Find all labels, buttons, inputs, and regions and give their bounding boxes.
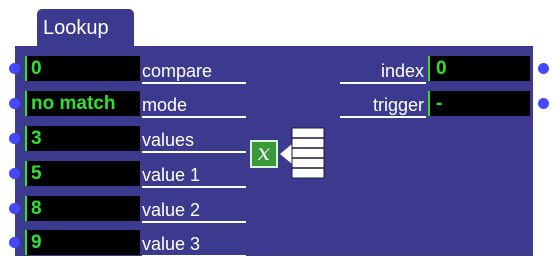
value-1-label: value 1	[142, 164, 246, 188]
value-1-field[interactable]: 5	[25, 161, 140, 186]
input-port-mode[interactable]	[9, 98, 20, 109]
function-x-icon: x	[250, 140, 278, 168]
table-list-icon	[280, 127, 325, 179]
compare-field[interactable]: 0	[25, 56, 140, 81]
input-port-values[interactable]	[9, 133, 20, 144]
values-field[interactable]: 3	[25, 126, 140, 151]
input-port-compare[interactable]	[9, 63, 20, 74]
value-3-field[interactable]: 9	[25, 230, 140, 255]
value-2-field[interactable]: 8	[25, 196, 140, 221]
index-output-field: 0	[428, 56, 530, 81]
output-port-trigger[interactable]	[538, 98, 549, 109]
value-2-label: value 2	[142, 199, 246, 223]
input-port-value-3[interactable]	[9, 237, 20, 248]
value-3-label: value 3	[142, 233, 246, 257]
values-label: values	[142, 129, 246, 153]
compare-label: compare	[142, 60, 246, 84]
output-port-index[interactable]	[538, 63, 549, 74]
input-port-value-2[interactable]	[9, 203, 20, 214]
mode-field[interactable]: no match	[25, 91, 140, 116]
trigger-label: trigger	[340, 94, 426, 118]
module-title: Lookup	[43, 17, 109, 39]
index-label: index	[340, 60, 426, 84]
input-port-value-1[interactable]	[9, 168, 20, 179]
trigger-output-field: -	[428, 91, 530, 116]
module-title-tab[interactable]: Lookup	[37, 9, 134, 47]
mode-label: mode	[142, 94, 246, 118]
